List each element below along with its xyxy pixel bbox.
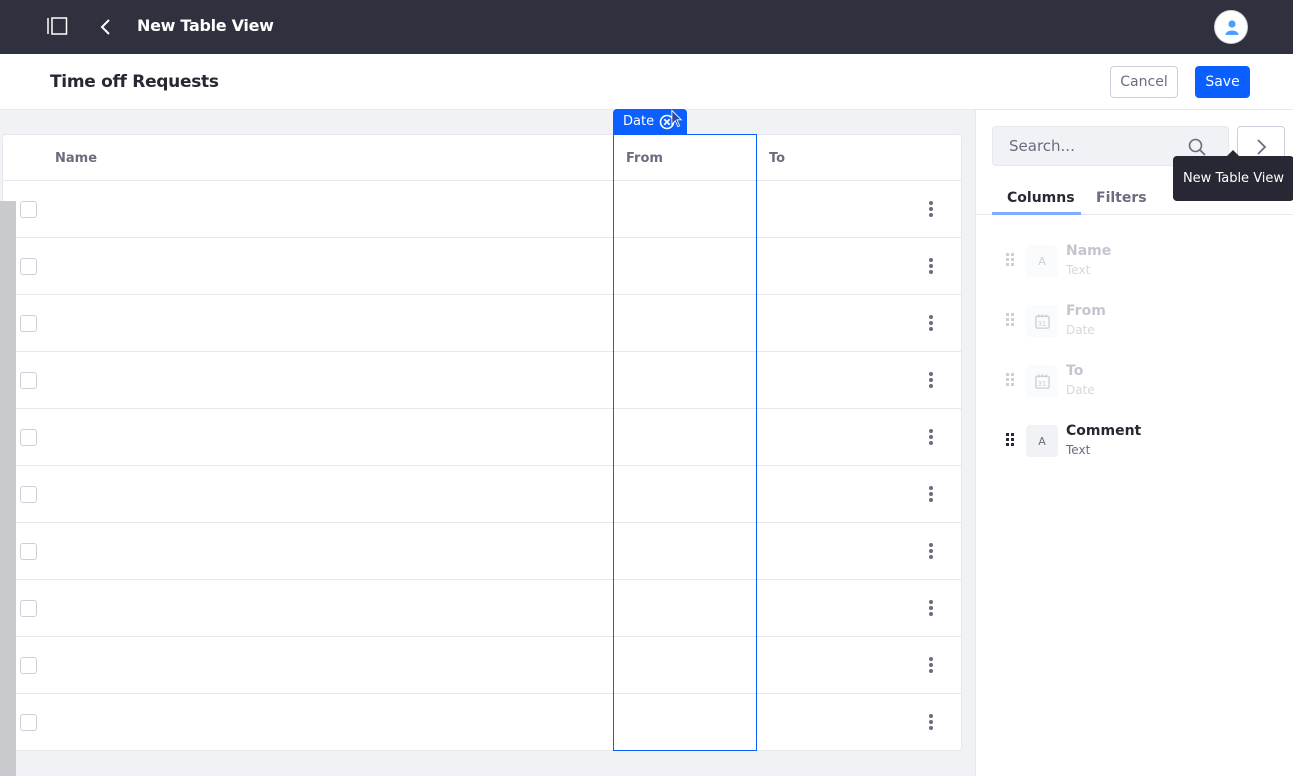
ellipsis-vertical-icon[interactable] bbox=[925, 370, 937, 390]
drag-handle-icon[interactable] bbox=[1006, 373, 1014, 387]
column-header-to[interactable]: To bbox=[769, 151, 785, 166]
field-item[interactable]: 31 From Date bbox=[976, 300, 1293, 350]
tab-filters[interactable]: Filters bbox=[1096, 190, 1147, 206]
field-type-icon: 31 bbox=[1026, 305, 1058, 337]
cancel-button[interactable]: Cancel bbox=[1110, 66, 1178, 98]
field-type: Text bbox=[1066, 263, 1091, 277]
ellipsis-vertical-icon[interactable] bbox=[925, 199, 937, 219]
field-type: Text bbox=[1066, 443, 1091, 457]
field-item[interactable]: A Name Text bbox=[976, 240, 1293, 290]
table-row bbox=[3, 238, 961, 295]
table-row bbox=[3, 466, 961, 523]
field-item[interactable]: A Comment Text bbox=[976, 420, 1293, 470]
row-checkbox[interactable] bbox=[20, 486, 37, 503]
column-header-name[interactable]: Name bbox=[55, 151, 97, 166]
field-name: From bbox=[1066, 303, 1106, 319]
column-settings-sidebar: New Table View Columns Filters A Name Text… bbox=[975, 110, 1293, 776]
field-name: Name bbox=[1066, 243, 1112, 259]
ellipsis-vertical-icon[interactable] bbox=[925, 712, 937, 732]
row-checkbox[interactable] bbox=[20, 543, 37, 560]
row-checkbox[interactable] bbox=[20, 714, 37, 731]
table-row bbox=[3, 694, 961, 751]
user-icon bbox=[1225, 20, 1239, 35]
svg-text:31: 31 bbox=[1037, 320, 1045, 328]
active-tab-indicator bbox=[992, 212, 1081, 215]
field-type: Date bbox=[1066, 383, 1095, 397]
row-checkbox[interactable] bbox=[20, 429, 37, 446]
ellipsis-vertical-icon[interactable] bbox=[925, 313, 937, 333]
ellipsis-vertical-icon[interactable] bbox=[925, 484, 937, 504]
date-group-label: Date bbox=[623, 114, 655, 129]
table-row bbox=[3, 352, 961, 409]
ellipsis-vertical-icon[interactable] bbox=[925, 541, 937, 561]
field-type-icon: 31 bbox=[1026, 365, 1058, 397]
row-checkbox[interactable] bbox=[20, 201, 37, 218]
row-checkbox[interactable] bbox=[20, 600, 37, 617]
tab-columns[interactable]: Columns bbox=[1007, 190, 1075, 206]
field-type-icon: A bbox=[1026, 245, 1058, 277]
text-type-icon: A bbox=[1038, 254, 1046, 268]
table-row bbox=[3, 580, 961, 637]
drag-handle-icon[interactable] bbox=[1006, 313, 1014, 327]
tooltip: New Table View bbox=[1173, 150, 1293, 201]
page-title: Time off Requests bbox=[50, 72, 219, 92]
ellipsis-vertical-icon[interactable] bbox=[925, 427, 937, 447]
table-row bbox=[3, 295, 961, 352]
table-row bbox=[3, 181, 961, 238]
text-type-icon: A bbox=[1038, 434, 1046, 448]
data-table: Name From To bbox=[2, 134, 962, 751]
ellipsis-vertical-icon[interactable] bbox=[925, 598, 937, 618]
field-item[interactable]: 31 To Date bbox=[976, 360, 1293, 410]
table-row bbox=[3, 637, 961, 694]
search-input[interactable] bbox=[993, 127, 1183, 165]
row-checkbox[interactable] bbox=[20, 315, 37, 332]
table-header: Name From To bbox=[3, 135, 961, 181]
drag-handle-icon[interactable] bbox=[1006, 433, 1014, 447]
mouse-pointer-icon bbox=[671, 109, 683, 128]
row-checkbox[interactable] bbox=[20, 372, 37, 389]
row-checkbox[interactable] bbox=[20, 657, 37, 674]
field-type-icon: A bbox=[1026, 425, 1058, 457]
chevron-left-icon[interactable] bbox=[98, 18, 112, 36]
table-row bbox=[3, 523, 961, 580]
page-header: Time off Requests Cancel Save bbox=[0, 54, 1293, 110]
save-button[interactable]: Save bbox=[1195, 66, 1250, 98]
field-type: Date bbox=[1066, 323, 1095, 337]
chevron-right-icon bbox=[1257, 139, 1267, 155]
left-edge-strip bbox=[0, 201, 16, 776]
search-icon[interactable] bbox=[1188, 138, 1206, 156]
app-title: New Table View bbox=[137, 16, 274, 35]
field-name: To bbox=[1066, 363, 1084, 379]
date-group-tab[interactable]: Date bbox=[613, 109, 687, 135]
user-avatar[interactable] bbox=[1214, 10, 1248, 44]
ellipsis-vertical-icon[interactable] bbox=[925, 256, 937, 276]
calendar-icon: 31 bbox=[1034, 313, 1050, 329]
column-header-from[interactable]: From bbox=[626, 151, 663, 166]
calendar-icon: 31 bbox=[1034, 373, 1050, 389]
row-checkbox[interactable] bbox=[20, 258, 37, 275]
table-preview-area: Name From To Date bbox=[0, 109, 975, 776]
table-row bbox=[3, 409, 961, 466]
field-name: Comment bbox=[1066, 423, 1142, 439]
ellipsis-vertical-icon[interactable] bbox=[925, 655, 937, 675]
svg-text:31: 31 bbox=[1037, 380, 1045, 388]
top-navigation-bar: New Table View bbox=[0, 0, 1293, 54]
drag-handle-icon[interactable] bbox=[1006, 253, 1014, 267]
sidebar-toggle-icon[interactable] bbox=[47, 17, 68, 35]
